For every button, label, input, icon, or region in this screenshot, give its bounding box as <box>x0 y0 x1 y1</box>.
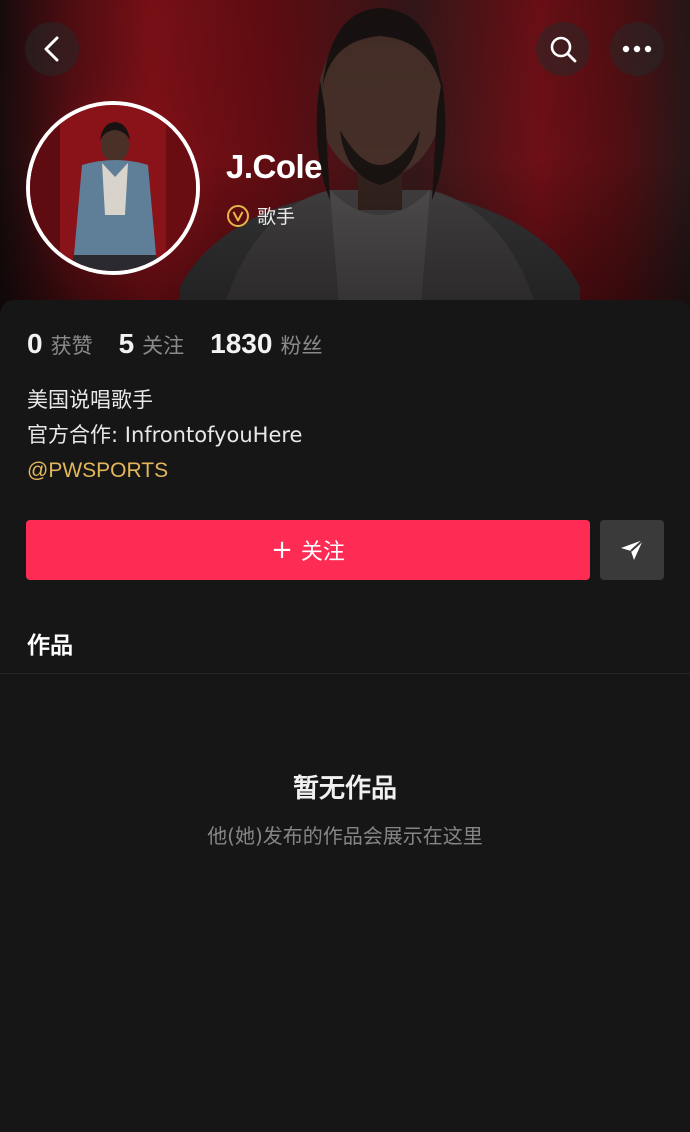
ellipsis-icon <box>622 45 652 53</box>
share-button[interactable] <box>600 520 664 580</box>
search-icon <box>550 36 577 63</box>
stat-likes-label: 获赞 <box>50 334 93 358</box>
stat-followers-count: 1830 <box>210 328 273 359</box>
avatar-image <box>30 105 196 271</box>
role-label: 歌手 <box>257 206 296 228</box>
stat-following-count: 5 <box>118 328 135 359</box>
avatar[interactable] <box>26 101 200 275</box>
plus-icon: + <box>271 535 293 565</box>
back-button[interactable] <box>25 22 79 76</box>
more-options-button[interactable] <box>610 22 664 76</box>
bio-mention-link[interactable]: @PWSPORTS <box>27 453 302 488</box>
profile-name: J.Cole <box>226 148 323 185</box>
chevron-left-icon <box>44 36 59 62</box>
tab-divider <box>0 673 690 674</box>
stat-followers-label: 粉丝 <box>280 334 323 358</box>
tab-works[interactable]: 作品 <box>27 626 73 660</box>
bio: 美国说唱歌手 官方合作: InfrontofyouHere @PWSPORTS <box>27 383 302 488</box>
stat-followers[interactable]: 1830 粉丝 <box>210 328 322 360</box>
stat-likes-count: 0 <box>27 328 43 359</box>
search-button[interactable] <box>536 22 590 76</box>
empty-state-title: 暂无作品 <box>292 774 397 804</box>
verified-v-icon <box>227 204 249 227</box>
bio-line-1: 美国说唱歌手 <box>27 388 153 412</box>
send-arrow-icon <box>621 539 644 560</box>
empty-state-subtitle: 他(她)发布的作品会展示在这里 <box>207 824 483 848</box>
stat-likes[interactable]: 0 获赞 <box>27 328 93 360</box>
stat-following[interactable]: 5 关注 <box>119 328 185 360</box>
follow-button[interactable]: + 关注 <box>26 520 590 580</box>
stat-following-label: 关注 <box>142 334 185 358</box>
verified-role: 歌手 <box>227 202 295 229</box>
follow-label: 关注 <box>300 540 345 565</box>
bio-line-2: 官方合作: InfrontofyouHere <box>27 423 303 447</box>
stats-row: 0 获赞 5 关注 1830 粉丝 <box>27 328 348 360</box>
